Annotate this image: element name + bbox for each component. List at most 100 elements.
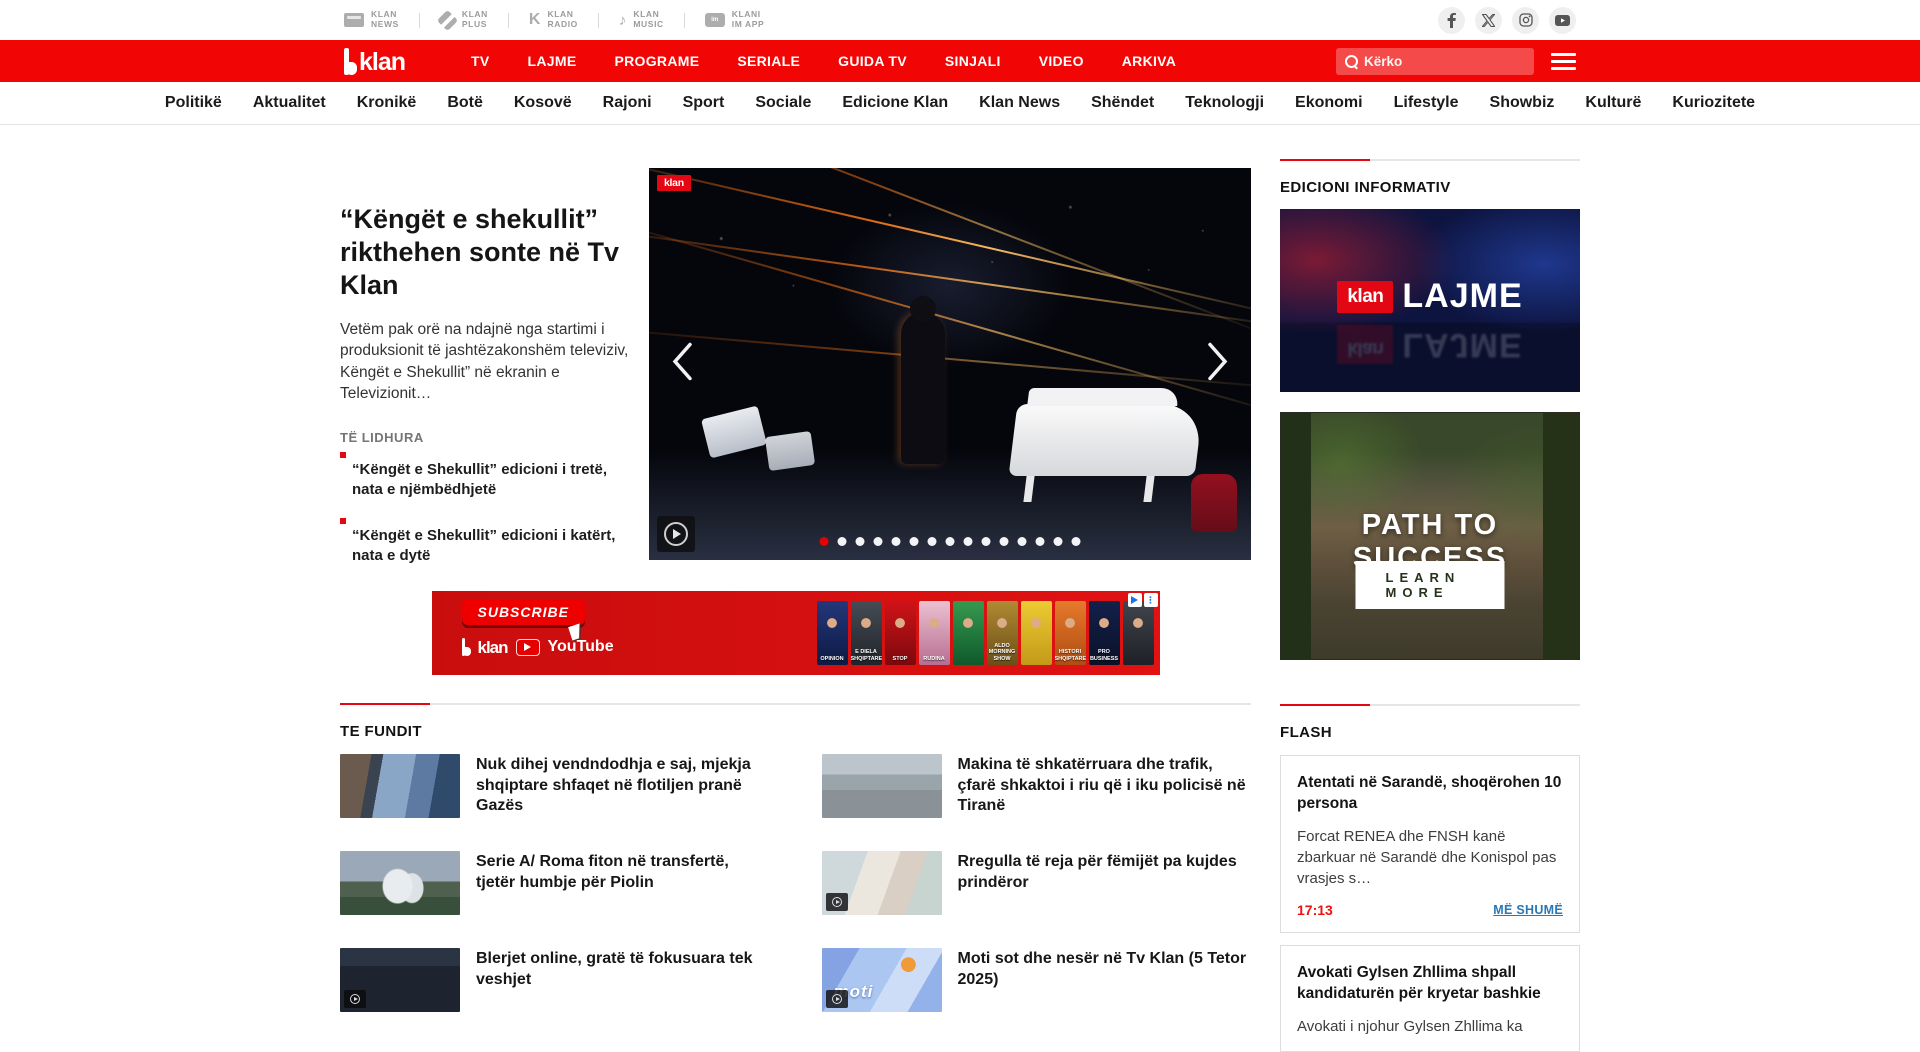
hero-carousel[interactable]: klan (649, 168, 1251, 560)
menu-item-guida-tv[interactable]: GUIDA TV (838, 53, 907, 69)
flash-title[interactable]: Atentati në Sarandë, shoqërohen 10 perso… (1297, 773, 1563, 815)
subnav-aktualitet[interactable]: Aktualitet (253, 94, 326, 112)
slide-dot[interactable] (1036, 537, 1045, 546)
klan-watermark-badge: klan (657, 175, 691, 191)
search-input[interactable] (1364, 54, 1514, 69)
slide-dot[interactable] (1000, 537, 1009, 546)
menu-item-programe[interactable]: PROGRAME (614, 53, 699, 69)
facebook-icon[interactable] (1438, 7, 1465, 34)
subnav-ekonomi[interactable]: Ekonomi (1295, 94, 1363, 112)
news-thumbnail[interactable] (822, 851, 942, 915)
slide-dot[interactable] (982, 537, 991, 546)
klan-news-link[interactable]: KLANNEWS (344, 10, 399, 30)
news-title[interactable]: Serie A/ Roma fiton në transfertë, tjetë… (476, 851, 770, 915)
subnav-politike[interactable]: Politikë (165, 94, 222, 112)
carousel-prev-arrow[interactable] (671, 342, 693, 387)
flash-title[interactable]: Avokati Gylsen Zhllima shpall kandidatur… (1297, 963, 1563, 1005)
news-item[interactable]: Serie A/ Roma fiton në transfertë, tjetë… (340, 851, 770, 915)
sidebar-display-ad[interactable]: PATH TO SUCCESS LEARN MORE (1280, 412, 1580, 660)
separator (419, 13, 420, 28)
slide-dot[interactable] (946, 537, 955, 546)
news-item[interactable]: moti Moti sot dhe nesër në Tv Klan (5 Te… (822, 948, 1252, 1012)
news-item[interactable]: Blerjet online, gratë të fokusuara tek v… (340, 948, 770, 1012)
ad-options-icon[interactable]: ⋮ (1144, 593, 1158, 607)
slide-dot[interactable] (838, 537, 847, 546)
youtube-subscribe-ad[interactable]: SUBSCRIBE klan YouTube OPINION E DIELA S… (432, 591, 1160, 675)
adchoices-icon[interactable] (1128, 593, 1142, 607)
carousel-next-arrow[interactable] (1207, 342, 1229, 387)
subnav-kosove[interactable]: Kosovë (514, 94, 572, 112)
klan-plus-link[interactable]: KLANPLUS (440, 10, 488, 30)
slide-dot[interactable] (874, 537, 883, 546)
subnav-edicione-klan[interactable]: Edicione Klan (842, 94, 948, 112)
subnav-rajoni[interactable]: Rajoni (603, 94, 652, 112)
news-title[interactable]: Nuk dihej vendndodhja e saj, mjekja shqi… (476, 754, 770, 818)
subnav-sport[interactable]: Sport (683, 94, 725, 112)
related-article[interactable]: “Këngët e Shekullit” edicioni i katërt, … (340, 526, 640, 565)
flash-card[interactable]: Atentati në Sarandë, shoqërohen 10 perso… (1280, 755, 1580, 933)
news-thumbnail[interactable] (822, 754, 942, 818)
app-links: KLANNEWS KLANPLUS K KLANRADIO ♪ KLANMUSI… (344, 10, 764, 30)
flash-card[interactable]: Avokati Gylsen Zhllima shpall kandidatur… (1280, 945, 1580, 1052)
slide-dot[interactable] (910, 537, 919, 546)
instagram-icon[interactable] (1512, 7, 1539, 34)
tvklan-logo[interactable]: klan (344, 48, 405, 75)
menu-item-sinjali[interactable]: SINJALI (945, 53, 1001, 69)
menu-item-video[interactable]: VIDEO (1039, 53, 1084, 69)
subnav-teknologji[interactable]: Teknologji (1185, 94, 1264, 112)
news-thumbnail[interactable] (340, 754, 460, 818)
subnav-kronike[interactable]: Kronikë (357, 94, 417, 112)
slide-dot[interactable] (1018, 537, 1027, 546)
news-thumbnail[interactable] (340, 851, 460, 915)
news-item[interactable]: Nuk dihej vendndodhja e saj, mjekja shqi… (340, 754, 770, 818)
youtube-icon[interactable] (1549, 7, 1576, 34)
subnav-kuriozitete[interactable]: Kuriozitete (1672, 94, 1755, 112)
news-thumbnail[interactable]: moti (822, 948, 942, 1012)
lajme-edition-promo[interactable]: klan LAJME klan LAJME (1280, 209, 1580, 392)
subnav-shendet[interactable]: Shëndet (1091, 94, 1154, 112)
menu-item-seriale[interactable]: SERIALE (737, 53, 800, 69)
menu-item-tv[interactable]: TV (471, 53, 490, 69)
slide-dot[interactable] (928, 537, 937, 546)
menu-item-arkiva[interactable]: ARKIVA (1122, 53, 1176, 69)
slide-dot[interactable] (892, 537, 901, 546)
klan-music-link[interactable]: ♪ KLANMUSIC (619, 10, 664, 30)
news-title[interactable]: Blerjet online, gratë të fokusuara tek v… (476, 948, 770, 1012)
news-title[interactable]: Makina të shkatërruara dhe trafik, çfarë… (958, 754, 1252, 818)
slide-dot[interactable] (964, 537, 973, 546)
hero-title[interactable]: “Këngët e shekullit” rikthehen sonte në … (340, 203, 640, 302)
subnav-klan-news[interactable]: Klan News (979, 94, 1060, 112)
subnav-kulture[interactable]: Kulturë (1585, 94, 1641, 112)
hamburger-menu-icon[interactable] (1551, 53, 1576, 70)
hero-excerpt: Vetëm pak orë na ndajnë nga startimi i p… (340, 319, 640, 405)
subscribe-button[interactable]: SUBSCRIBE (462, 599, 585, 625)
klani-im-app-link[interactable]: im KLANIIM APP (705, 10, 765, 30)
related-article[interactable]: “Këngët e Shekullit” edicioni i tretë, n… (340, 460, 640, 499)
search-box[interactable] (1336, 48, 1534, 75)
latest-news-grid: Nuk dihej vendndodhja e saj, mjekja shqi… (340, 754, 1251, 1012)
slide-dot-active[interactable] (820, 537, 829, 546)
slide-dot[interactable] (1054, 537, 1063, 546)
news-item[interactable]: Makina të shkatërruara dhe trafik, çfarë… (822, 754, 1252, 818)
learn-more-button[interactable]: LEARN MORE (1356, 561, 1505, 609)
news-title[interactable]: Moti sot dhe nesër në Tv Klan (5 Tetor 2… (958, 948, 1252, 1012)
menu-item-lajme[interactable]: LAJME (528, 53, 577, 69)
subnav-showbiz[interactable]: Showbiz (1490, 94, 1555, 112)
klan-radio-icon: K (529, 12, 541, 28)
klan-news-icon (344, 13, 364, 27)
klan-radio-link[interactable]: K KLANRADIO (529, 10, 578, 30)
subnav-lifestyle[interactable]: Lifestyle (1394, 94, 1459, 112)
search-icon[interactable] (1345, 55, 1357, 67)
x-icon[interactable] (1475, 7, 1502, 34)
more-link[interactable]: MË SHUMË (1493, 903, 1563, 917)
subnav-bote[interactable]: Botë (447, 94, 483, 112)
subnav-sociale[interactable]: Sociale (755, 94, 811, 112)
news-item[interactable]: Rregulla të reja për fëmijët pa kujdes p… (822, 851, 1252, 915)
video-play-button[interactable] (657, 516, 695, 552)
news-title[interactable]: Rregulla të reja për fëmijët pa kujdes p… (958, 851, 1252, 915)
klan-music-icon: ♪ (619, 13, 627, 28)
lajme-reflection: klan LAJME (1280, 325, 1580, 364)
slide-dot[interactable] (856, 537, 865, 546)
slide-dot[interactable] (1072, 537, 1081, 546)
news-thumbnail[interactable] (340, 948, 460, 1012)
